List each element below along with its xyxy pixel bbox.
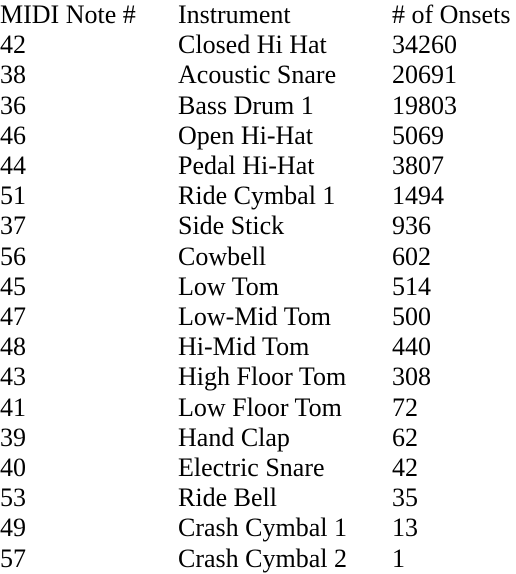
cell-onsets: 20691 — [392, 60, 457, 90]
table-row: 42 Closed Hi Hat 34260 — [0, 30, 516, 60]
table-row: 40 Electric Snare 42 — [0, 453, 516, 483]
cell-instrument: Ride Bell — [178, 483, 277, 513]
table-row: 37 Side Stick 936 — [0, 211, 516, 241]
table-header: MIDI Note # Instrument # of Onsets — [0, 0, 516, 30]
table-row: 57 Crash Cymbal 2 1 — [0, 544, 516, 574]
cell-instrument: Open Hi-Hat — [178, 120, 314, 150]
table-row: 39 Hand Clap 62 — [0, 423, 516, 453]
cell-midi-note: 47 — [0, 302, 26, 332]
cell-midi-note: 37 — [0, 211, 26, 241]
document-body: MIDI Note # Instrument # of Onsets 42 Clo… — [0, 0, 516, 574]
table-row: 51 Ride Cymbal 1 1494 — [0, 181, 516, 211]
table-row: 36 Bass Drum 1 19803 — [0, 91, 516, 121]
table-row: 48 Hi-Mid Tom 440 — [0, 332, 516, 362]
cell-onsets: 13 — [392, 513, 418, 543]
table-row: 43 High Floor Tom 308 — [0, 362, 516, 392]
cell-instrument: Hi-Mid Tom — [178, 332, 310, 362]
cell-onsets: 34260 — [392, 30, 457, 60]
midi-onset-table: MIDI Note # Instrument # of Onsets 42 Clo… — [0, 0, 516, 574]
table-row: 53 Ride Bell 35 — [0, 483, 516, 513]
cell-midi-note: 48 — [0, 332, 26, 362]
cell-onsets: 62 — [392, 422, 418, 452]
cell-midi-note: 43 — [0, 362, 26, 392]
cell-onsets: 440 — [392, 332, 431, 362]
cell-instrument: Ride Cymbal 1 — [178, 181, 336, 211]
cell-onsets: 1494 — [392, 181, 444, 211]
cell-instrument: High Floor Tom — [178, 362, 347, 392]
cell-instrument: Cowbell — [178, 241, 267, 271]
column-header-midi-note: MIDI Note # — [0, 0, 136, 29]
cell-onsets: 19803 — [392, 90, 457, 120]
cell-midi-note: 57 — [0, 543, 26, 573]
cell-onsets: 936 — [392, 211, 431, 241]
cell-onsets: 35 — [392, 483, 418, 513]
cell-onsets: 72 — [392, 392, 418, 422]
cell-midi-note: 49 — [0, 513, 26, 543]
cell-onsets: 602 — [392, 241, 431, 271]
cell-midi-note: 39 — [0, 422, 26, 452]
cell-midi-note: 36 — [0, 90, 26, 120]
cell-instrument: Low Floor Tom — [178, 392, 342, 422]
cell-instrument: Bass Drum 1 — [178, 90, 314, 120]
cell-midi-note: 51 — [0, 181, 26, 211]
table-row: 41 Low Floor Tom 72 — [0, 393, 516, 423]
cell-instrument: Hand Clap — [178, 422, 290, 452]
cell-instrument: Closed Hi Hat — [178, 30, 327, 60]
cell-onsets: 1 — [392, 543, 405, 573]
cell-midi-note: 42 — [0, 30, 26, 60]
cell-onsets: 3807 — [392, 151, 444, 181]
cell-midi-note: 41 — [0, 392, 26, 422]
cell-onsets: 42 — [392, 453, 418, 483]
column-header-onsets: # of Onsets — [392, 0, 511, 29]
cell-onsets: 5069 — [392, 120, 444, 150]
table-row: 49 Crash Cymbal 1 13 — [0, 513, 516, 543]
column-header-instrument: Instrument — [178, 0, 291, 29]
table-row: 38 Acoustic Snare 20691 — [0, 60, 516, 90]
cell-instrument: Side Stick — [178, 211, 285, 241]
cell-instrument: Low-Mid Tom — [178, 302, 331, 332]
cell-midi-note: 44 — [0, 151, 26, 181]
cell-midi-note: 40 — [0, 453, 26, 483]
cell-instrument: Electric Snare — [178, 453, 325, 483]
table-body: 42 Closed Hi Hat 34260 38 Acoustic Snare 2069… — [0, 30, 516, 574]
cell-instrument: Acoustic Snare — [178, 60, 337, 90]
table-row: 46 Open Hi-Hat 5069 — [0, 121, 516, 151]
cell-midi-note: 45 — [0, 271, 26, 301]
cell-midi-note: 38 — [0, 60, 26, 90]
table-row: 44 Pedal Hi-Hat 3807 — [0, 151, 516, 181]
cell-instrument: Pedal Hi-Hat — [178, 151, 315, 181]
table-header-row: MIDI Note # Instrument # of Onsets — [0, 0, 516, 30]
cell-instrument: Low Tom — [178, 271, 279, 301]
cell-onsets: 500 — [392, 302, 431, 332]
table-row: 56 Cowbell 602 — [0, 242, 516, 272]
cell-midi-note: 53 — [0, 483, 26, 513]
cell-instrument: Crash Cymbal 2 — [178, 543, 347, 573]
table-row: 45 Low Tom 514 — [0, 272, 516, 302]
cell-midi-note: 46 — [0, 120, 26, 150]
cell-instrument: Crash Cymbal 1 — [178, 513, 347, 543]
cell-onsets: 308 — [392, 362, 431, 392]
cell-midi-note: 56 — [0, 241, 26, 271]
table-row: 47 Low-Mid Tom 500 — [0, 302, 516, 332]
cell-onsets: 514 — [392, 271, 431, 301]
